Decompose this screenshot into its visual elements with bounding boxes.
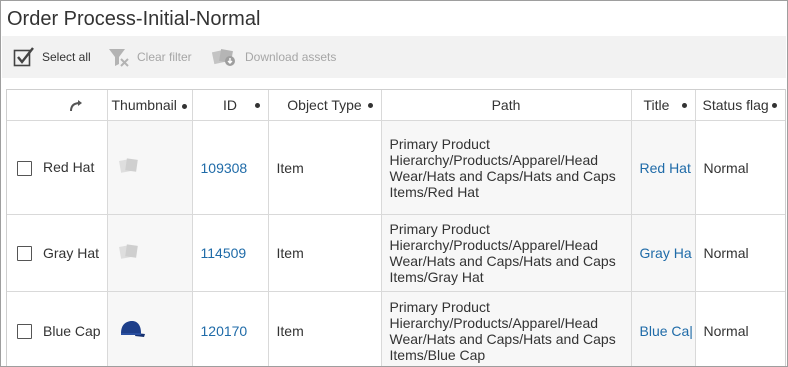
column-header-id[interactable]: ID: [192, 90, 269, 121]
id-cell[interactable]: 114509: [192, 214, 269, 292]
path-text-line: Primary Product: [389, 299, 490, 315]
path-text-line: Items/Red Hat: [389, 183, 479, 200]
placeholder-image-icon: [118, 158, 138, 173]
window: Order Process-Initial-Normal Select all …: [0, 0, 788, 367]
column-header-label: ID: [223, 97, 237, 113]
row-name-cell: Red Hat: [7, 120, 108, 215]
column-header-path[interactable]: Path: [381, 90, 632, 121]
table-header-row: Thumbnail ID Object Type Path Title Stat…: [7, 90, 785, 121]
download-assets-button[interactable]: Download assets: [212, 36, 336, 78]
table-row[interactable]: Blue Cap 120170 Item Primary Product Hie…: [7, 291, 785, 366]
object-type-cell: Item: [268, 120, 382, 215]
row-name-cell: Gray Hat: [7, 214, 108, 292]
return-arrow-icon[interactable]: [68, 99, 84, 113]
column-options-dot-icon[interactable]: [181, 103, 187, 109]
column-options-dot-icon[interactable]: [254, 103, 260, 108]
row-name-cell: Blue Cap: [7, 291, 108, 366]
thumbnail-cell[interactable]: [107, 214, 193, 292]
path-text-line: Hierarchy/Products/Apparel/Head: [389, 237, 599, 253]
title-link[interactable]: Red Hat: [640, 160, 691, 176]
title-cell[interactable]: Gray Ha: [631, 214, 696, 292]
path-cell: Primary Product Hierarchy/Products/Appar…: [381, 291, 632, 366]
path-text-line: Wear/Hats and Caps/Hats and Caps: [389, 331, 616, 347]
id-cell[interactable]: 109308: [192, 120, 269, 215]
status-flag-cell: Normal: [695, 214, 785, 292]
path-text-line: Items/Gray Hat: [389, 269, 484, 285]
thumbnail-cell[interactable]: [107, 120, 193, 215]
column-header-label: Object Type: [287, 97, 362, 113]
column-header-title[interactable]: Title: [631, 90, 696, 121]
path-text-line: Primary Product: [389, 135, 490, 152]
clear-filter-label: Clear filter: [137, 50, 192, 64]
column-options-dot-icon[interactable]: [772, 103, 777, 108]
column-header-label: Thumbnail: [111, 97, 177, 113]
path-text-line: Hierarchy/Products/Apparel/Head: [389, 151, 599, 168]
title-cell[interactable]: Red Hat: [631, 120, 696, 215]
row-checkbox[interactable]: [17, 246, 32, 262]
toolbar: Select all Clear filter Download assets: [2, 36, 786, 78]
row-checkbox[interactable]: [17, 160, 32, 176]
status-flag-cell: Normal: [695, 120, 785, 215]
row-name: Gray Hat: [43, 244, 100, 261]
page-title: Order Process-Initial-Normal: [7, 8, 261, 30]
id-link[interactable]: 120170: [201, 323, 248, 339]
checkbox-checked-icon: [13, 47, 34, 67]
clear-filter-button[interactable]: Clear filter: [108, 36, 192, 78]
select-all-label: Select all: [42, 50, 91, 64]
path-text-line: Primary Product: [389, 221, 490, 237]
title-link[interactable]: Gray Ha: [640, 245, 692, 261]
path-text-line: Wear/Hats and Caps/Hats and Caps: [389, 253, 616, 269]
column-options-dot-icon[interactable]: [681, 103, 687, 108]
download-assets-label: Download assets: [245, 50, 337, 64]
row-name: Blue Cap: [43, 322, 101, 339]
blue-cap-image: [120, 320, 145, 337]
download-assets-icon: [212, 49, 235, 66]
results-table: Thumbnail ID Object Type Path Title Stat…: [6, 89, 786, 366]
title-cell[interactable]: Blue Ca|: [631, 291, 696, 366]
id-cell[interactable]: 120170: [192, 291, 269, 366]
thumbnail-cell[interactable]: [107, 291, 193, 366]
path-text-line: Items/Blue Cap: [389, 347, 486, 363]
clear-filter-icon: [109, 49, 129, 67]
row-name: Red Hat: [43, 159, 95, 176]
column-header-label: Path: [491, 97, 521, 113]
path-cell: Primary Product Hierarchy/Products/Appar…: [381, 120, 632, 215]
column-header-label: Status flag: [702, 97, 769, 113]
title-link[interactable]: Blue Ca|: [640, 323, 693, 339]
table-row[interactable]: Red Hat 109308 Item Primary Product Hier…: [7, 120, 785, 215]
path-text-line: Hierarchy/Products/Apparel/Head: [389, 315, 599, 331]
path-text-line: Wear/Hats and Caps/Hats and Caps: [389, 167, 616, 184]
column-header-thumbnail[interactable]: Thumbnail: [107, 90, 193, 121]
column-header-status-flag[interactable]: Status flag: [695, 90, 785, 121]
status-flag-cell: Normal: [695, 291, 785, 366]
path-cell: Primary Product Hierarchy/Products/Appar…: [381, 214, 632, 292]
object-type-cell: Item: [268, 291, 382, 366]
row-checkbox[interactable]: [17, 324, 32, 340]
column-header-object-type[interactable]: Object Type: [268, 90, 382, 121]
column-options-dot-icon[interactable]: [367, 103, 373, 108]
select-all-button[interactable]: Select all: [13, 36, 91, 78]
object-type-cell: Item: [268, 214, 382, 292]
id-link[interactable]: 114509: [201, 245, 247, 261]
column-header-label: Title: [643, 97, 670, 113]
id-link[interactable]: 109308: [201, 160, 248, 176]
column-menu-header[interactable]: [7, 90, 108, 121]
table-row[interactable]: Gray Hat 114509 Item Primary Product Hie…: [7, 214, 785, 292]
placeholder-image-icon: [118, 243, 138, 259]
